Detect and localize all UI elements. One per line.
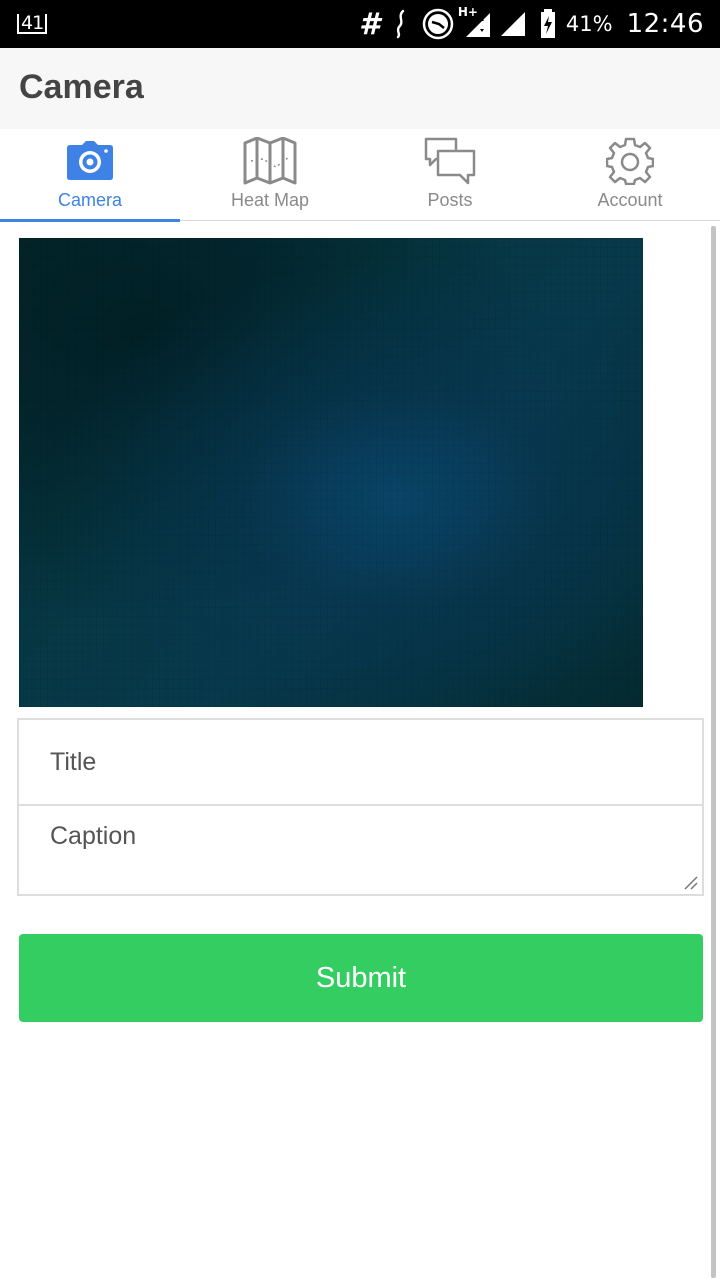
gear-icon: [602, 135, 658, 187]
hashtag-icon: #: [359, 6, 380, 42]
camera-page-content: Submit: [0, 222, 720, 1280]
scrollbar[interactable]: [711, 226, 716, 1278]
battery-percent: 41%: [565, 12, 613, 36]
tab-camera[interactable]: Camera: [0, 129, 180, 222]
data-saver-icon: [422, 8, 454, 40]
post-form: [17, 718, 704, 896]
tab-label: Account: [597, 190, 663, 210]
caption-input[interactable]: [19, 806, 702, 894]
tab-label: Heat Map: [230, 190, 310, 210]
notification-badge-icon: 41: [17, 12, 48, 34]
status-icons: # H+ 41% 12:46: [345, 0, 704, 48]
tab-posts[interactable]: Posts: [360, 129, 540, 221]
clock: 12:46: [626, 9, 704, 39]
submit-button[interactable]: Submit: [19, 934, 703, 1022]
page-title: Camera: [19, 68, 144, 106]
map-icon: [242, 135, 298, 187]
app-bar: Camera: [0, 48, 720, 129]
resize-grip-icon[interactable]: [683, 875, 699, 891]
tab-label: Posts: [427, 190, 473, 210]
tab-account[interactable]: Account: [540, 129, 720, 221]
signal-hplus-icon: H+: [458, 5, 492, 39]
vibrate-icon: [394, 9, 408, 39]
battery-charging-icon: [540, 9, 556, 39]
signal-icon: [500, 10, 526, 38]
chat-bubbles-icon: [422, 135, 478, 187]
tab-label: Camera: [57, 190, 123, 210]
camera-preview[interactable]: [19, 238, 643, 707]
network-type-label: H+: [457, 5, 478, 19]
camera-icon: [62, 135, 118, 187]
title-input[interactable]: [19, 720, 702, 806]
notification-count: 41: [17, 14, 48, 34]
status-bar: 41 # H+ 41% 12:46: [0, 0, 720, 48]
tab-heat-map[interactable]: Heat Map: [180, 129, 360, 221]
tab-bar: Camera Heat Map Posts Account: [0, 129, 720, 222]
